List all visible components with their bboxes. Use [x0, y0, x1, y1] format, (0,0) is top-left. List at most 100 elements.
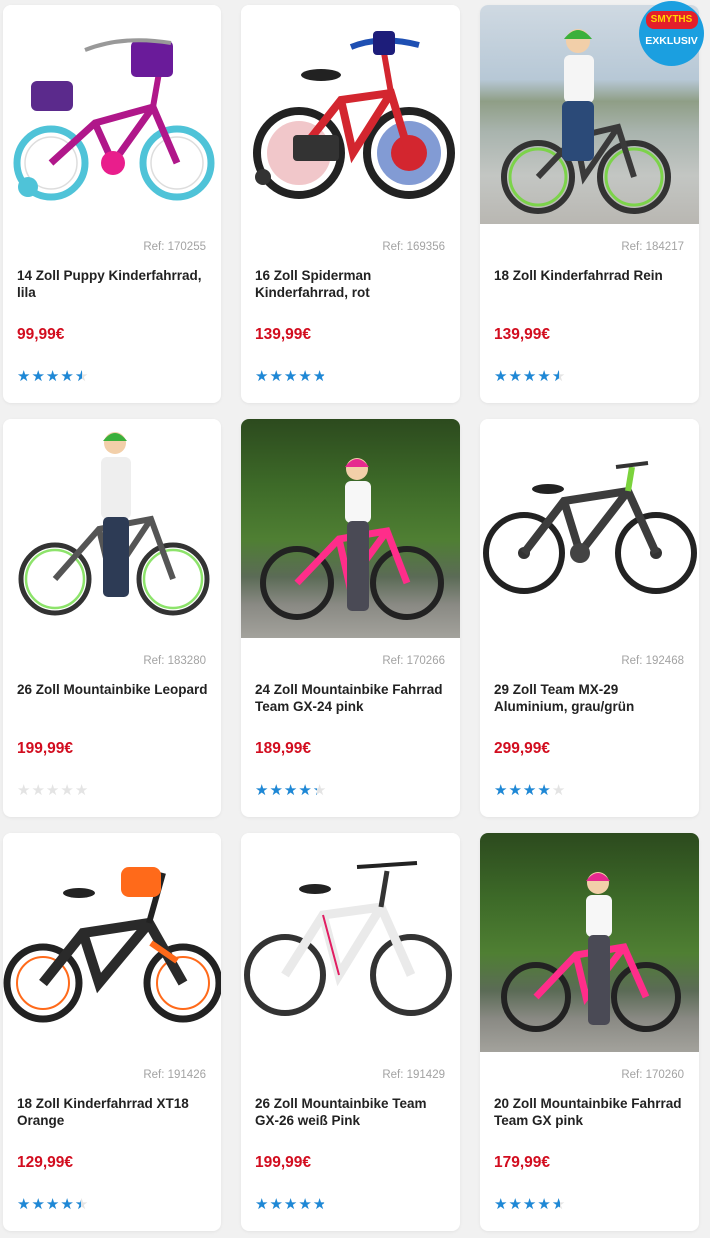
product-card[interactable]: Ref: 191429 26 Zoll Mountainbike Team GX…	[241, 833, 460, 1231]
star-icon: ★★	[17, 782, 32, 799]
product-title[interactable]: 18 Zoll Kinderfahrrad Rein	[494, 267, 689, 284]
star-icon: ★★	[551, 1196, 567, 1213]
product-ref: Ref: 192468	[621, 655, 684, 667]
star-icon: ★★	[17, 368, 32, 385]
exklusiv-label: EXKLUSIV	[645, 35, 698, 47]
black-orange-bmx-image[interactable]	[3, 833, 221, 1052]
product-price: 139,99€	[255, 326, 312, 343]
rating-stars: ★★★★★★★★★★	[255, 781, 327, 799]
red-spiderman-bike-image[interactable]	[241, 5, 460, 224]
rating-stars: ★★★★★★★★★★	[494, 781, 566, 799]
product-price: 189,99€	[255, 740, 312, 757]
product-card[interactable]: Ref: 191426 18 Zoll Kinderfahrrad XT18 O…	[3, 833, 221, 1231]
purple-kids-bike-image[interactable]	[3, 5, 221, 224]
star-icon: ★★	[60, 1196, 75, 1213]
star-icon: ★★	[537, 368, 552, 385]
rating-stars: ★★★★★★★★★★	[494, 1195, 566, 1213]
star-icon: ★★	[508, 368, 523, 385]
product-ref: Ref: 191426	[143, 1069, 206, 1081]
product-title[interactable]: 18 Zoll Kinderfahrrad XT18 Orange	[17, 1095, 211, 1129]
product-ref: Ref: 170260	[621, 1069, 684, 1081]
smyths-exklusiv-badge: SMYTHS EXKLUSIV	[639, 1, 704, 66]
product-ref: Ref: 183280	[143, 655, 206, 667]
product-ref: Ref: 191429	[382, 1069, 445, 1081]
product-title[interactable]: 14 Zoll Puppy Kinderfahrrad, lila	[17, 267, 211, 301]
product-price: 199,99€	[255, 1154, 312, 1171]
star-icon: ★★	[74, 782, 90, 799]
star-icon: ★★	[269, 782, 284, 799]
product-price: 99,99€	[17, 326, 65, 343]
product-card[interactable]: Ref: 169356 16 Zoll Spiderman Kinderfahr…	[241, 5, 460, 403]
star-icon: ★★	[537, 782, 552, 799]
product-ref: Ref: 169356	[382, 241, 445, 253]
rating-stars: ★★★★★★★★★★	[17, 781, 89, 799]
star-icon: ★★	[312, 368, 328, 385]
star-icon: ★★	[298, 368, 313, 385]
product-price: 129,99€	[17, 1154, 74, 1171]
rating-stars: ★★★★★★★★★★	[255, 367, 327, 385]
product-card[interactable]: Ref: 170260 20 Zoll Mountainbike Fahrrad…	[480, 833, 699, 1231]
star-icon: ★★	[551, 368, 567, 385]
star-icon: ★★	[74, 1196, 90, 1213]
star-icon: ★★	[31, 782, 46, 799]
star-icon: ★★	[17, 1196, 32, 1213]
star-icon: ★★	[551, 782, 567, 799]
product-price: 299,99€	[494, 740, 551, 757]
product-title[interactable]: 20 Zoll Mountainbike Fahrrad Team GX pin…	[494, 1095, 689, 1129]
product-title[interactable]: 29 Zoll Team MX-29 Aluminium, grau/grün	[494, 681, 689, 715]
star-icon: ★★	[522, 782, 538, 799]
star-icon: ★★	[494, 368, 509, 385]
product-card[interactable]: Ref: 170255 14 Zoll Puppy Kinderfahrrad,…	[3, 5, 221, 403]
star-icon: ★★	[31, 1196, 46, 1213]
smyths-logo: SMYTHS	[645, 11, 698, 29]
star-icon: ★★	[45, 1196, 61, 1213]
star-icon: ★★	[60, 368, 75, 385]
star-icon: ★★	[298, 782, 313, 799]
girl-pink-mountainbike-photo[interactable]	[241, 419, 460, 638]
star-icon: ★★	[522, 368, 538, 385]
star-icon: ★★	[283, 1196, 299, 1213]
rating-stars: ★★★★★★★★★★	[17, 1195, 89, 1213]
product-ref: Ref: 170255	[143, 241, 206, 253]
product-price: 179,99€	[494, 1154, 551, 1171]
star-icon: ★★	[283, 368, 299, 385]
star-icon: ★★	[255, 782, 270, 799]
star-icon: ★★	[269, 368, 284, 385]
star-icon: ★★	[269, 1196, 284, 1213]
star-icon: ★★	[508, 782, 523, 799]
star-icon: ★★	[45, 368, 61, 385]
star-icon: ★★	[74, 368, 90, 385]
star-icon: ★★	[60, 782, 75, 799]
product-title[interactable]: 24 Zoll Mountainbike Fahrrad Team GX-24 …	[255, 681, 450, 715]
star-icon: ★★	[522, 1196, 538, 1213]
rating-stars: ★★★★★★★★★★	[494, 367, 566, 385]
product-price: 139,99€	[494, 326, 551, 343]
star-icon: ★★	[312, 782, 328, 799]
white-pink-mountainbike-image[interactable]	[241, 833, 460, 1052]
product-title[interactable]: 26 Zoll Mountainbike Team GX-26 weiß Pin…	[255, 1095, 450, 1129]
star-icon: ★★	[283, 782, 299, 799]
product-card[interactable]: Ref: 192468 29 Zoll Team MX-29 Aluminium…	[480, 419, 699, 817]
product-card[interactable]: Ref: 183280 26 Zoll Mountainbike Leopard…	[3, 419, 221, 817]
star-icon: ★★	[494, 782, 509, 799]
star-icon: ★★	[508, 1196, 523, 1213]
star-icon: ★★	[31, 368, 46, 385]
product-ref: Ref: 184217	[621, 241, 684, 253]
star-icon: ★★	[494, 1196, 509, 1213]
product-price: 199,99€	[17, 740, 74, 757]
rating-stars: ★★★★★★★★★★	[17, 367, 89, 385]
girl-pink-bike-photo[interactable]	[480, 833, 699, 1052]
grey-green-mountainbike-image[interactable]	[480, 419, 699, 638]
product-ref: Ref: 170266	[382, 655, 445, 667]
star-icon: ★★	[537, 1196, 552, 1213]
product-title[interactable]: 26 Zoll Mountainbike Leopard	[17, 681, 211, 698]
star-icon: ★★	[45, 782, 61, 799]
rating-stars: ★★★★★★★★★★	[255, 1195, 327, 1213]
star-icon: ★★	[298, 1196, 313, 1213]
product-title[interactable]: 16 Zoll Spiderman Kinderfahrrad, rot	[255, 267, 450, 301]
product-card[interactable]: Ref: 170266 24 Zoll Mountainbike Fahrrad…	[241, 419, 460, 817]
boy-grey-mountainbike-photo[interactable]	[3, 419, 221, 638]
star-icon: ★★	[312, 1196, 328, 1213]
star-icon: ★★	[255, 368, 270, 385]
star-icon: ★★	[255, 1196, 270, 1213]
